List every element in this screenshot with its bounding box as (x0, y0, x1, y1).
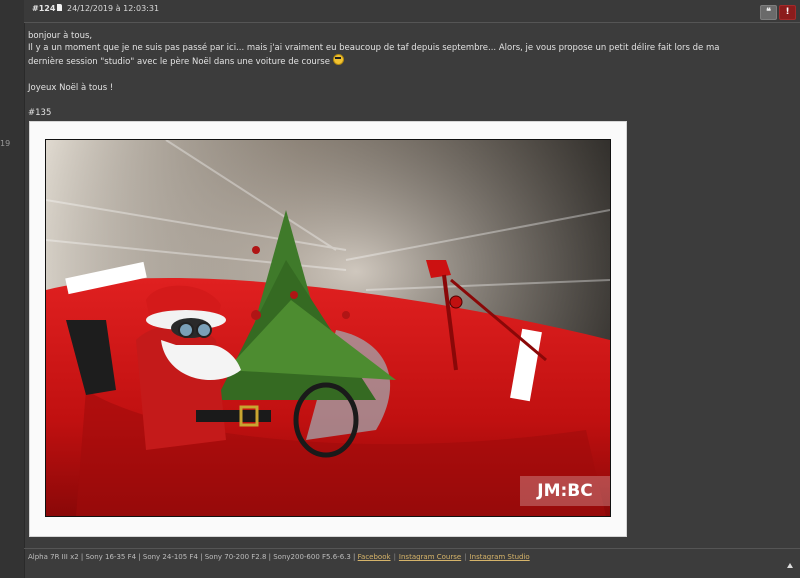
post-greeting: bonjour à tous, (28, 31, 93, 41)
scroll-up-icon[interactable] (787, 563, 793, 568)
signature-divider: | (393, 553, 396, 561)
post-wish: Joyeux Noël à tous ! (28, 83, 114, 93)
smiley-cool-icon (332, 54, 344, 65)
signature-gear-list: Alpha 7R III x2 | Sony 16-35 F4 | Sony 2… (28, 553, 356, 561)
post-text-line-2-content: dernière session "studio" avec le père N… (28, 57, 330, 67)
photo-reference: #135 (28, 108, 52, 118)
report-button[interactable]: ! (779, 5, 796, 20)
post-text-line-1: Il y a un moment que je ne suis pas pass… (28, 42, 720, 53)
photo-watermark: JM:BC (520, 476, 610, 506)
quote-button[interactable]: ❝ (760, 5, 777, 20)
instagram-course-link[interactable]: Instagram Course (399, 553, 461, 561)
post-text-line-2: dernière session "studio" avec le père N… (28, 54, 794, 69)
post-number[interactable]: #124 (32, 4, 55, 13)
facebook-link[interactable]: Facebook (358, 553, 391, 561)
santa-race-car-photo[interactable]: JM:BC (45, 139, 611, 517)
signature-divider: | (464, 553, 467, 561)
photo-illustration (46, 140, 610, 516)
gutter-number: 19 (0, 139, 11, 148)
document-icon (57, 4, 62, 11)
instagram-studio-link[interactable]: Instagram Studio (470, 553, 530, 561)
post-date: 24/12/2019 à 12:03:31 (67, 4, 160, 13)
post-body: bonjour à tous, Il y a un moment que je … (28, 31, 794, 69)
signature-separator (24, 548, 800, 549)
post-header: #124 24/12/2019 à 12:03:31 ❝ ! (24, 0, 800, 23)
photo-frame: JM:BC (29, 121, 627, 537)
left-gutter: 19 (0, 0, 25, 578)
signature: Alpha 7R III x2 | Sony 16-35 F4 | Sony 2… (28, 553, 530, 561)
